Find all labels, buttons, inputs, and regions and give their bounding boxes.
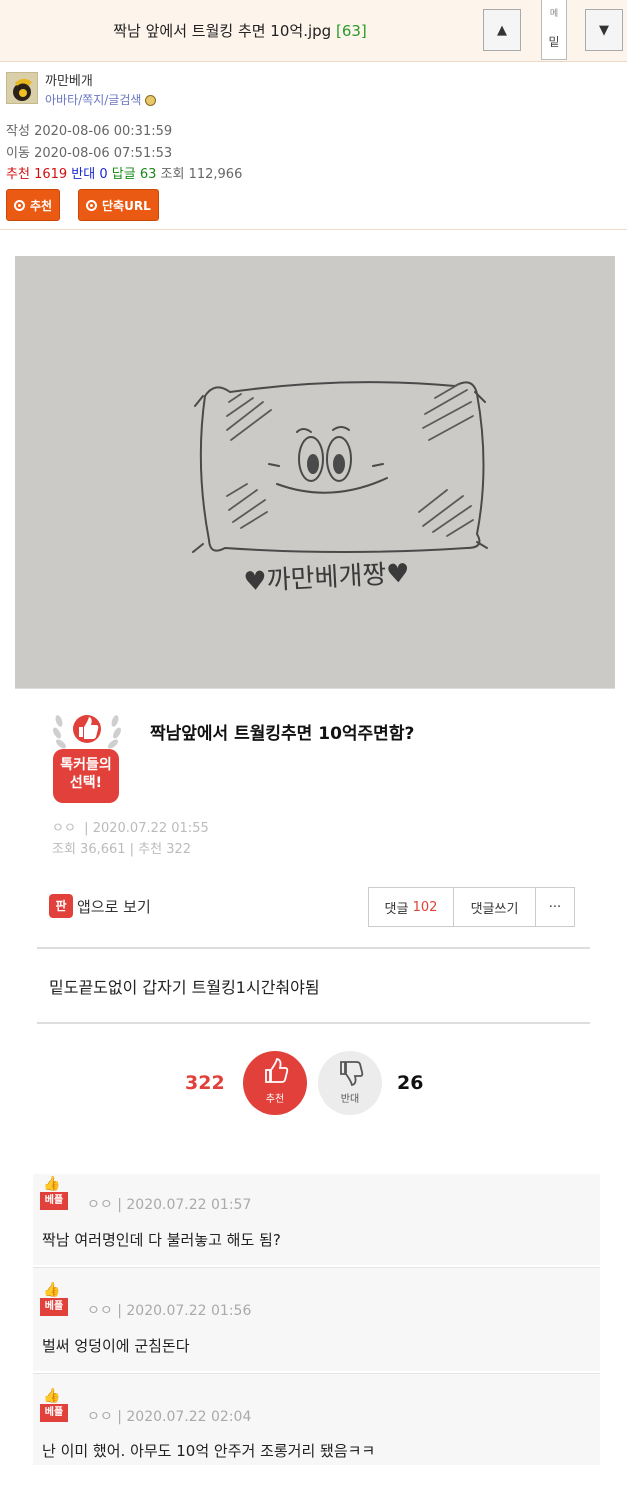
- level-icon: [145, 95, 157, 106]
- divider: [37, 1022, 590, 1024]
- recommend-count: 1619: [34, 167, 68, 182]
- screenshot-stats: 조회 36,661 | 추천 322: [52, 842, 192, 857]
- oppose-count: 0: [99, 167, 108, 182]
- moved-date-row: 이동 2020-08-06 07:51:53: [6, 146, 173, 161]
- comments-button[interactable]: 댓글 102: [369, 888, 454, 926]
- app-view-link[interactable]: 판 앱으로 보기: [49, 894, 151, 918]
- stats-row: 추천 1619 반대 0 답글 63 조회 112,966: [6, 167, 243, 182]
- laurel-icon: [53, 715, 121, 749]
- post-meta: 까만베개 아바타/쪽지/글검색 작성 2020-08-06 00:31:59 이…: [0, 62, 627, 230]
- thumbs-up-icon: [265, 1057, 289, 1083]
- down-vote-button[interactable]: 반대: [318, 1051, 382, 1115]
- written-date-row: 작성 2020-08-06 00:31:59: [6, 124, 173, 139]
- recommend-icon: [14, 199, 25, 211]
- screenshot-author-date: ㅇㅇ | 2020.07.22 01:55: [52, 821, 209, 836]
- pillow-drawing-image: ♥까만베개짱♥: [15, 256, 615, 688]
- comment-text: 벌써 엉덩이에 군침돈다: [42, 1337, 190, 1355]
- thumbs-up-icon: 👍: [43, 1282, 61, 1298]
- screenshot-body: 밑도끝도없이 갑자기 트월킹1시간춰야됨: [49, 978, 320, 997]
- screenshot-title: 짝남앞에서 트월킹추면 10억주면함?: [150, 724, 415, 744]
- drawing-signature: ♥까만베개짱♥: [243, 559, 411, 598]
- next-post-button[interactable]: ▼: [585, 9, 623, 51]
- thumbs-up-icon: 👍: [43, 1388, 61, 1404]
- avatar[interactable]: [6, 72, 38, 104]
- author-links[interactable]: 아바타/쪽지/글검색: [45, 91, 157, 108]
- up-vote-button[interactable]: 추천: [243, 1051, 307, 1115]
- prev-post-button[interactable]: ▲: [483, 9, 521, 51]
- best-comment: 👍 베플 ㅇㅇ | 2020.07.22 01:57 짝남 여러명인데 다 불러…: [33, 1174, 600, 1265]
- divider: [37, 947, 590, 949]
- down-arrow-icon: ▼: [599, 22, 609, 38]
- best-badge: 베플: [40, 1298, 68, 1316]
- reply-count-stat: 63: [139, 167, 157, 182]
- thumbs-up-icon: 👍: [43, 1176, 61, 1192]
- comment-text: 난 이미 했어. 아무도 10억 안주거 조롱거리 됐음ㅋㅋ: [42, 1442, 376, 1460]
- thumbs-down-icon: [340, 1061, 364, 1087]
- recommend-button[interactable]: 추천: [6, 189, 61, 221]
- side-tab[interactable]: 메 밑: [541, 0, 567, 60]
- author-nickname[interactable]: 까만베개: [45, 70, 93, 89]
- post-header: 짝남 앞에서 트월킹 추면 10억.jpg [63] ▲ 메 밑 ▼: [0, 0, 627, 62]
- link-icon: [86, 199, 97, 211]
- best-badge: 베플: [40, 1404, 68, 1422]
- up-arrow-icon: ▲: [497, 22, 507, 38]
- up-vote-count: 322: [185, 1072, 225, 1094]
- reply-count: [63]: [335, 22, 367, 40]
- views-count: 112,966: [188, 167, 243, 182]
- talkers-choice-badge: 톡커들의 선택!: [53, 749, 119, 803]
- comment-meta: ㅇㅇ | 2020.07.22 01:57: [87, 1197, 252, 1213]
- more-button[interactable]: ···: [536, 888, 574, 926]
- down-vote-count: 26: [397, 1072, 424, 1094]
- pann-screenshot: 톡커들의 선택! 짝남앞에서 트월킹추면 10억주면함? ㅇㅇ | 2020.0…: [15, 688, 615, 1473]
- comment-text: 짝남 여러명인데 다 불러놓고 해도 됨?: [42, 1231, 281, 1249]
- best-badge: 베플: [40, 1192, 68, 1210]
- comment-button-group: 댓글 102 댓글쓰기 ···: [368, 887, 575, 927]
- pann-app-icon: 판: [49, 894, 73, 918]
- comment-meta: ㅇㅇ | 2020.07.22 01:56: [87, 1303, 252, 1319]
- short-url-button[interactable]: 단축URL: [78, 189, 159, 221]
- write-comment-button[interactable]: 댓글쓰기: [454, 888, 536, 926]
- comment-meta: ㅇㅇ | 2020.07.22 02:04: [87, 1409, 252, 1425]
- best-comment: 👍 베플 ㅇㅇ | 2020.07.22 02:04 난 이미 했어. 아무도 …: [33, 1373, 600, 1465]
- best-comment: 👍 베플 ㅇㅇ | 2020.07.22 01:56 벌써 엉덩이에 군침돈다: [33, 1267, 600, 1371]
- post-title: 짝남 앞에서 트월킹 추면 10억.jpg [63]: [113, 22, 367, 40]
